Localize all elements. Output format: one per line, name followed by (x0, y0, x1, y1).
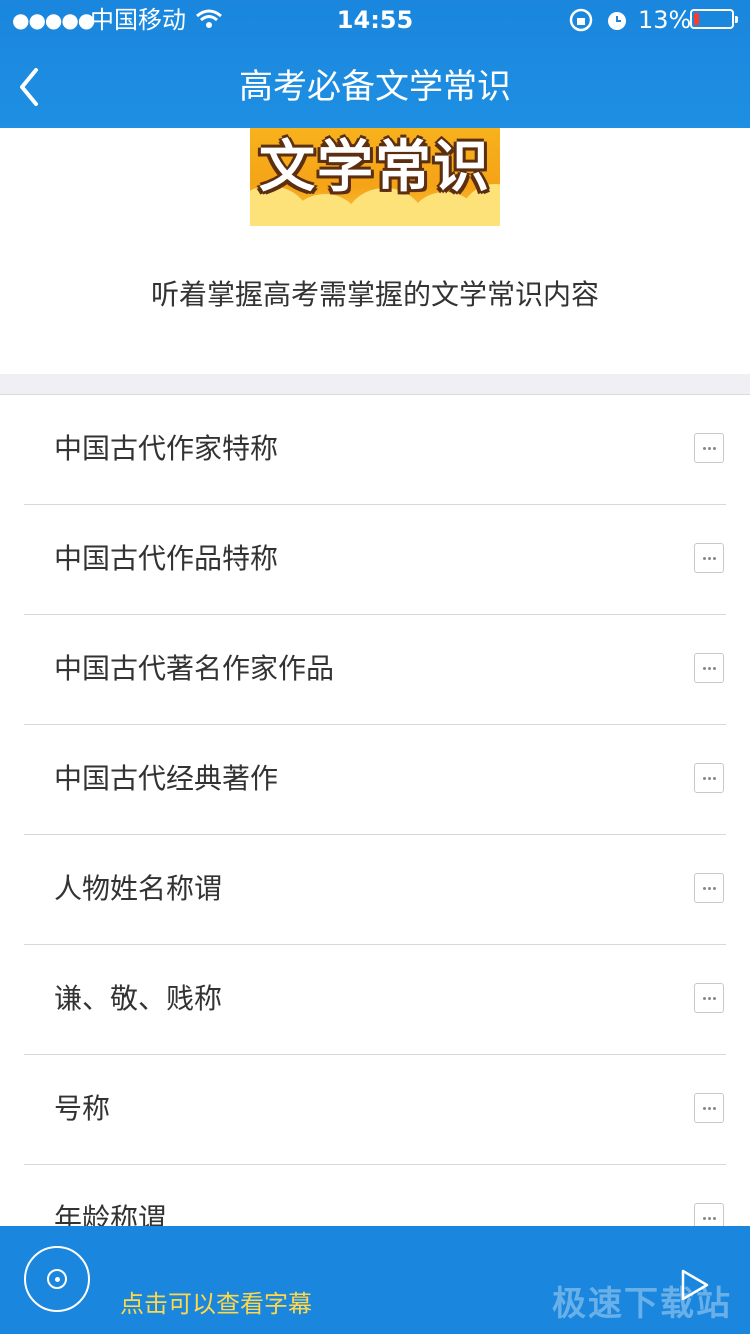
page-title: 高考必备文学常识 (239, 67, 511, 107)
watermark: 极速下载站 (552, 1284, 732, 1324)
more-dots-icon[interactable] (694, 433, 724, 463)
more-dots-icon[interactable] (694, 763, 724, 793)
section-divider (0, 374, 750, 395)
list-item[interactable]: 中国古代经典著作 (0, 725, 750, 835)
cover-title: 文学常识 (259, 135, 491, 200)
battery-level (694, 13, 699, 25)
battery-icon (690, 9, 738, 29)
album-description: 听着掌握高考需掌握的文学常识内容 (150, 278, 599, 311)
more-dots-icon[interactable] (694, 653, 724, 683)
more-dots-icon[interactable] (694, 873, 724, 903)
status-bar: ●●●●● 中国移动 14:55 13% (0, 0, 750, 40)
chapter-list: 中国古代作家特称 中国古代作品特称 中国古代著名作家作品 中国古代经典著作 人物… (0, 395, 750, 1275)
alarm-icon (604, 0, 630, 54)
more-dots-icon[interactable] (694, 983, 724, 1013)
more-dots-icon[interactable] (694, 543, 724, 573)
battery-percent: 13% (638, 6, 692, 34)
rotation-lock-icon (568, 0, 594, 54)
list-item-label: 号称 (54, 1092, 111, 1125)
cover-image: 文学常识 (250, 128, 500, 226)
list-item[interactable]: 谦、敬、贱称 (0, 945, 750, 1055)
list-item-label: 谦、敬、贱称 (54, 982, 223, 1015)
list-item[interactable]: 中国古代作家特称 (0, 395, 750, 505)
list-item[interactable]: 中国古代作品特称 (0, 505, 750, 615)
list-item[interactable]: 中国古代著名作家作品 (0, 615, 750, 725)
top-bar: ●●●●● 中国移动 14:55 13% 高考必备文学常识 (0, 0, 750, 128)
list-item-label: 中国古代作家特称 (54, 432, 279, 465)
list-item[interactable]: 号称 (0, 1055, 750, 1165)
disc-icon[interactable] (24, 1246, 90, 1312)
player-bar[interactable]: 点击可以查看字幕 极速下载站 (0, 1226, 750, 1334)
list-item-label: 中国古代作品特称 (54, 542, 279, 575)
list-item-label: 人物姓名称谓 (54, 872, 223, 905)
list-item-label: 中国古代著名作家作品 (54, 652, 335, 685)
view-subtitles-link[interactable]: 点击可以查看字幕 (120, 1284, 312, 1324)
list-item-label: 中国古代经典著作 (54, 762, 279, 795)
more-dots-icon[interactable] (694, 1093, 724, 1123)
list-item[interactable]: 人物姓名称谓 (0, 835, 750, 945)
